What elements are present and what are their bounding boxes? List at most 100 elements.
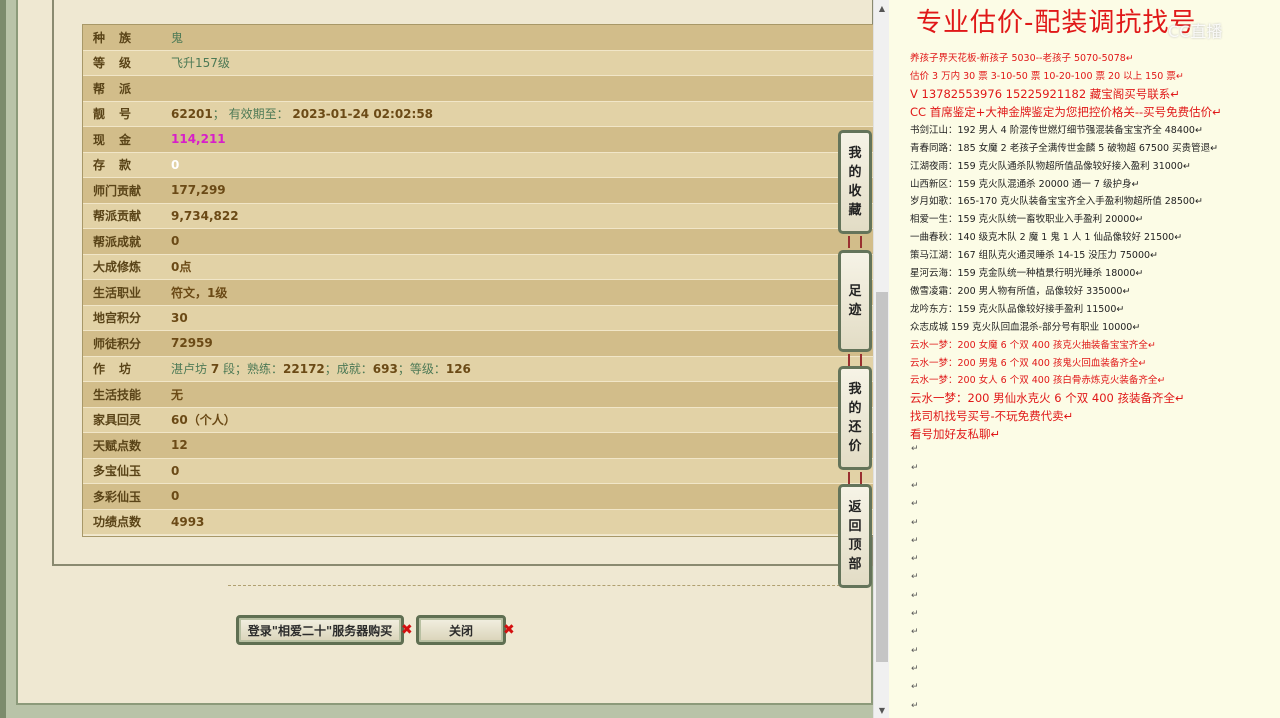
character-info-table: 种族 鬼等级 飞升157级帮派 靓号 62201； 有效期至： 2023-01-24 0… — [82, 24, 874, 537]
note-line: 山西新区：159 克火队混通杀 20000 通一 7 级护身↵ — [910, 178, 1140, 190]
tab-connector — [848, 236, 862, 248]
row-label: 功绩点数 — [93, 515, 142, 530]
row-value: 0 — [171, 234, 180, 249]
row-label: 存款 — [93, 158, 146, 173]
table-row: 帮派 — [83, 76, 873, 102]
row-label: 帮派贡献 — [93, 209, 142, 224]
table-row: 帮派成就 0 — [83, 229, 873, 255]
table-row: 功绩点数 4993 — [83, 509, 873, 535]
row-label: 天赋点数 — [93, 438, 142, 453]
paragraph-mark: ↵ — [911, 609, 919, 619]
row-label: 等级 — [93, 56, 146, 71]
close-x-icon: ✖ — [503, 622, 515, 638]
tab-connector — [848, 354, 862, 366]
paragraph-mark: ↵ — [911, 554, 919, 565]
table-row: 师徒积分 72959 — [83, 331, 873, 357]
close-label: 关闭 — [448, 623, 473, 638]
notes-title: 专业估价-配装调抗找号 — [916, 8, 1197, 38]
row-label: 生活职业 — [93, 285, 142, 300]
row-value: 72959 — [171, 336, 213, 351]
paragraph-mark: ↵ — [911, 499, 919, 510]
tab-char: 的 — [848, 401, 862, 416]
row-value: 9,734,822 — [171, 208, 239, 223]
note-line: 星河云海：159 克金队统一种植景行明光睡杀 18000↵ — [910, 268, 1144, 279]
note-line: CC 首席鉴定+大神金牌鉴定为您把控价格关--买号免费估价↵ — [910, 104, 1222, 119]
my-favorites-tab[interactable]: 我的收藏 — [838, 130, 872, 234]
table-row: 存款 0 — [83, 152, 873, 178]
cc-watermark-logo: CC直播 — [1168, 22, 1223, 41]
login-buy-button[interactable]: 登录"相爱二十"服务器购买 — [236, 615, 404, 645]
scroll-thumb[interactable] — [876, 292, 888, 662]
note-line: 看号加好友私聊↵ — [910, 427, 1001, 442]
row-value: 0点 — [171, 260, 192, 275]
row-label: 帮派成就 — [93, 234, 142, 249]
tab-char: 收 — [848, 184, 862, 199]
paragraph-mark: ↵ — [911, 444, 919, 455]
row-value: 60（个人） — [171, 413, 236, 428]
note-line: 龙吟东方：159 克火队品像较好接手盈利 11500↵ — [910, 303, 1125, 315]
page-scrollbar[interactable]: ▲ ▼ — [873, 0, 889, 718]
row-label: 家具回灵 — [93, 413, 142, 428]
note-line: 江湖夜雨：159 克火队通杀队物超所值品像较好接入盈利 31000↵ — [910, 160, 1191, 172]
row-value: 0 — [171, 463, 180, 478]
table-row: 种族 鬼 — [83, 25, 873, 51]
note-line: 相爱一生：159 克火队统一畜牧职业入手盈利 20000↵ — [910, 214, 1144, 226]
paragraph-mark: ↵ — [911, 480, 919, 491]
note-line: 一曲春秋：140 级克木队 2 魔 1 鬼 1 人 1 仙品像较好 21500↵ — [910, 232, 1183, 244]
tab-char: 返 — [848, 500, 862, 515]
note-line: 找司机找号买号-不玩免费代卖↵ — [910, 409, 1074, 424]
row-label: 生活技能 — [93, 387, 142, 402]
note-line: 策马江湖：167 组队克火通灵睡杀 14-15 没压力 75000↵ — [910, 250, 1158, 262]
paragraph-mark: ↵ — [911, 572, 919, 583]
tab-char: 的 — [848, 165, 862, 180]
row-value: 114,211 — [171, 132, 226, 147]
paragraph-mark: ↵ — [911, 645, 919, 656]
row-label: 作坊 — [93, 362, 146, 377]
note-line: 养孩子界天花板-新孩子 5030--老孩子 5070-5078↵ — [910, 53, 1134, 64]
note-line: 估价 3 万内 30 票 3-10-50 票 10-20-100 票 20 以上… — [910, 70, 1184, 82]
row-label: 种族 — [93, 30, 146, 45]
row-value: 飞升157级 — [171, 56, 230, 71]
row-label: 多宝仙玉 — [93, 464, 142, 479]
table-row: 师门贡献 177,299 — [83, 178, 873, 204]
table-row: 生活技能 无 — [83, 382, 873, 408]
scroll-down-arrow-icon[interactable]: ▼ — [874, 702, 890, 718]
row-label: 靓号 — [93, 107, 146, 122]
tab-char: 我 — [848, 146, 862, 161]
row-value: 鬼 — [171, 30, 184, 45]
table-row: 天赋点数 12 — [83, 433, 873, 459]
row-value: 无 — [171, 387, 184, 402]
paragraph-mark: ↵ — [911, 590, 919, 601]
row-label: 师徒积分 — [93, 336, 142, 351]
tab-char: 还 — [848, 420, 862, 435]
note-line: 傲雪凌霜：200 男人物有所值，品像较好 335000↵ — [910, 285, 1131, 297]
footprints-tab[interactable]: 足迹 — [838, 250, 872, 352]
tab-char: 迹 — [848, 303, 862, 318]
row-value: 30 — [171, 310, 188, 325]
note-line: V 13782553976 15225921182 藏宝阁买号联系↵ — [910, 86, 1180, 101]
row-value: 符文，1级 — [171, 285, 228, 300]
note-line: 云水一梦：200 女人 6 个双 400 孩白骨赤炼克火装备齐全↵ — [910, 375, 1166, 387]
note-line: 云水一梦：200 女魔 6 个双 400 孩克火抽装备宝宝齐全↵ — [910, 339, 1156, 351]
row-label: 现金 — [93, 132, 146, 147]
tab-char: 顶 — [848, 538, 862, 553]
tab-char: 我 — [848, 382, 862, 397]
note-line: 书剑江山：192 男人 4 阶混传世燃灯细节强混装备宝宝齐全 48400↵ — [910, 124, 1203, 136]
table-row: 靓号 62201； 有效期至： 2023-01-24 02:02:58 — [83, 101, 873, 127]
row-value: 12 — [171, 438, 188, 453]
table-row: 地宫积分 30 — [83, 305, 873, 331]
paragraph-mark: ↵ — [911, 663, 919, 674]
note-line: 青春同路：185 女魔 2 老孩子全满传世金麟 5 破物超 67500 买贵管退… — [910, 142, 1219, 154]
tab-char: 部 — [848, 557, 862, 572]
close-button[interactable]: 关闭 — [416, 615, 506, 645]
login-buy-label: 登录"相爱二十"服务器购买 — [247, 623, 393, 638]
tab-char: 价 — [848, 439, 862, 454]
table-row: 帮派贡献 9,734,822 — [83, 203, 873, 229]
tab-connector — [848, 472, 862, 484]
paragraph-mark: ↵ — [911, 682, 919, 693]
back-to-top-tab[interactable]: 返回顶部 — [838, 484, 872, 588]
row-value: 177,299 — [171, 183, 226, 198]
table-row: 现金 114,211 — [83, 127, 873, 153]
scroll-up-arrow-icon[interactable]: ▲ — [874, 0, 890, 16]
my-offers-tab[interactable]: 我的还价 — [838, 366, 872, 470]
